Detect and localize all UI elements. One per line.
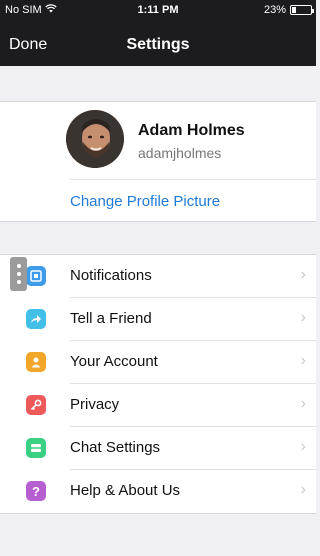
chevron-right-icon: › bbox=[300, 352, 306, 369]
avatar-photo-icon bbox=[66, 110, 124, 168]
chat-icon bbox=[26, 438, 46, 458]
menu-item-chat-settings[interactable]: Chat Settings › bbox=[0, 427, 316, 470]
drag-dot bbox=[16, 280, 21, 284]
profile-card: Adam Holmes adamjholmes Change Profile P… bbox=[0, 101, 316, 222]
battery-fill bbox=[292, 7, 297, 13]
menu-item-help-about[interactable]: ? Help & About Us › bbox=[0, 470, 316, 513]
key-icon bbox=[26, 395, 46, 415]
menu-item-notifications[interactable]: Notifications › bbox=[0, 255, 316, 298]
settings-menu: Notifications › Tell a Friend › Your Acc… bbox=[0, 254, 316, 514]
drag-dot bbox=[16, 272, 21, 276]
divider bbox=[70, 179, 316, 180]
share-arrow-icon bbox=[26, 309, 46, 329]
menu-item-label: Your Account bbox=[70, 353, 158, 370]
menu-item-label: Chat Settings bbox=[70, 439, 161, 456]
person-icon bbox=[26, 352, 46, 372]
menu-item-label: Privacy bbox=[70, 396, 120, 413]
chevron-right-icon: › bbox=[300, 438, 306, 455]
menu-item-tell-a-friend[interactable]: Tell a Friend › bbox=[0, 298, 316, 341]
change-profile-picture-link[interactable]: Change Profile Picture bbox=[70, 193, 220, 210]
chevron-right-icon: › bbox=[300, 309, 306, 326]
status-right: 23% bbox=[263, 4, 314, 16]
battery-icon bbox=[290, 5, 314, 15]
nav-bar: Done Settings bbox=[0, 26, 316, 66]
chevron-right-icon: › bbox=[300, 481, 306, 498]
chevron-right-icon: › bbox=[300, 395, 306, 412]
menu-item-your-account[interactable]: Your Account › bbox=[0, 341, 316, 384]
bell-icon bbox=[26, 266, 46, 286]
page-title: Settings bbox=[126, 36, 190, 53]
drag-handle[interactable] bbox=[10, 257, 27, 291]
avatar[interactable] bbox=[66, 110, 124, 168]
chevron-right-icon: › bbox=[300, 266, 306, 283]
profile-name: Adam Holmes bbox=[138, 122, 245, 139]
top-bar: No SIM 1:11 PM 23% Done Settings bbox=[0, 0, 316, 66]
drag-dot bbox=[16, 264, 21, 268]
profile-handle: adamjholmes bbox=[138, 145, 222, 161]
status-bar: No SIM 1:11 PM 23% bbox=[0, 0, 316, 20]
question-icon: ? bbox=[26, 481, 46, 501]
menu-item-privacy[interactable]: Privacy › bbox=[0, 384, 316, 427]
menu-item-label: Notifications bbox=[70, 267, 152, 284]
menu-item-label: Help & About Us bbox=[70, 482, 181, 499]
menu-item-label: Tell a Friend bbox=[70, 310, 152, 327]
battery-percent: 23% bbox=[263, 4, 286, 16]
